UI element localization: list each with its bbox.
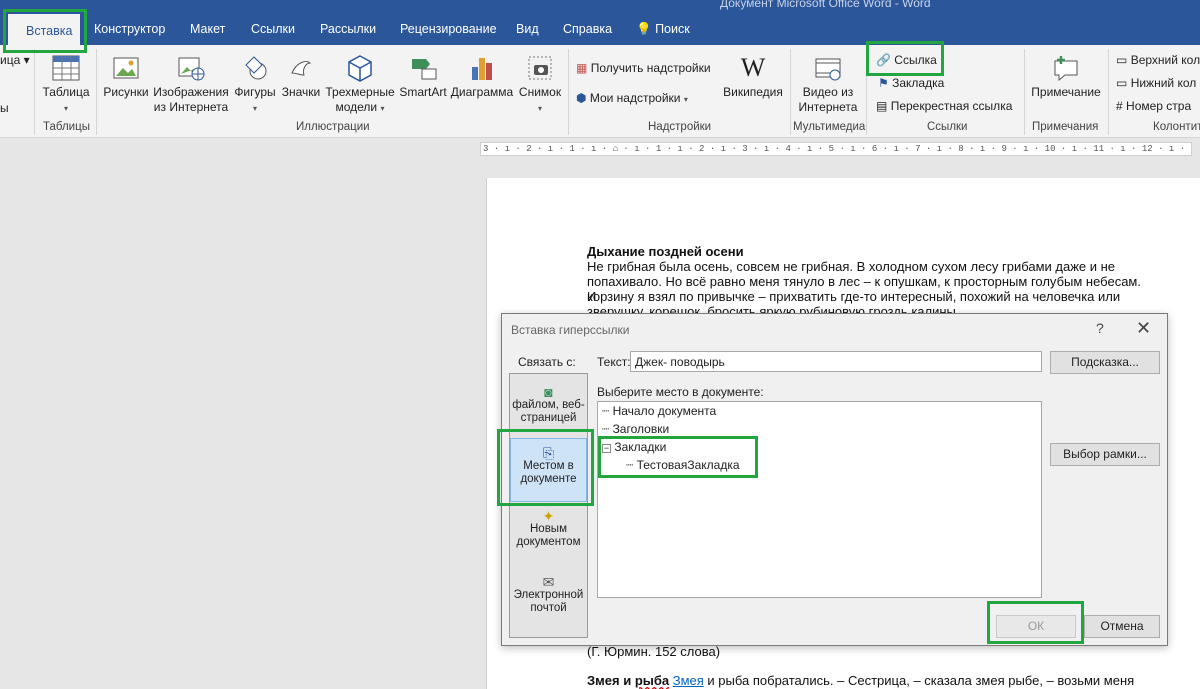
table-icon [52,55,80,81]
shapes-button[interactable]: Фигуры ▾ [231,53,279,116]
dialog-title: Вставка гиперссылки [511,323,630,337]
tab-design[interactable]: Конструктор [94,22,165,36]
icons-insert-icon [291,60,312,76]
header-button[interactable]: ▭ Верхний кол [1116,53,1200,67]
smartart-icon [412,59,437,80]
tab-search[interactable]: 💡 Поиск [636,22,690,37]
doc-next-paragraph: Змея и рыба Змея и рыба побратались. – С… [587,673,1135,689]
tree-item-headings[interactable]: ┈ Заголовки [602,422,669,436]
addins-icon: ⬢ [576,91,587,105]
help-button[interactable]: ? [1096,320,1104,336]
screenshot-button[interactable]: Снимок ▾ [516,53,564,116]
tree-item-test-bookmark[interactable]: ┈ ТестоваяЗакладка [626,458,740,472]
online-images-button[interactable]: Изображения из Интернета [153,53,229,115]
bookmark-icon: ⚑ [878,76,889,90]
tab-references[interactable]: Ссылки [251,22,295,36]
link-to-place-in-document[interactable]: ⎘ Местом в документе [510,438,587,502]
window-title: Документ Microsoft Office Word - Word [720,0,931,10]
comment-button[interactable]: Примечание [1030,53,1102,100]
cube-icon [348,55,372,82]
title-tab-bar: Документ Microsoft Office Word - Word Вс… [0,0,1200,45]
horizontal-ruler[interactable]: 3 · ı · 2 · ı · 1 · ı · ⌂ · ı · 1 · ı · … [480,142,1192,156]
chart-button[interactable]: Диаграмма [450,53,514,100]
document-place-icon: ⎘ [542,445,555,461]
tab-help[interactable]: Справка [563,22,612,36]
group-links-label: Ссылки [927,121,968,133]
tab-view[interactable]: Вид [516,22,539,36]
group-tables-label: Таблицы [43,121,90,133]
screenshot-icon [528,56,552,80]
group-header-footer-label: Колонтит [1153,121,1200,133]
pictures-button[interactable]: Рисунки [101,53,151,100]
group-illustrations-label: Иллюстрации [296,121,370,133]
screentip-button[interactable]: Подсказка... [1050,351,1160,374]
insert-hyperlink-dialog: Вставка гиперссылки ? ✕ Связать с: ◙ фай… [501,313,1168,646]
store-icon: ▦ [576,61,588,75]
shapes-icon [245,56,267,80]
page-number-icon: # [1116,99,1123,113]
collapse-icon[interactable]: − [602,444,611,453]
header-icon: ▭ [1116,53,1128,67]
my-addins-button[interactable]: ⬢ Мои надстройки ▾ [576,91,688,105]
new-document-icon: ✦ [542,508,555,524]
tab-review[interactable]: Рецензирование [400,22,497,36]
document-place-tree[interactable]: ┈ Начало документа ┈ Заголовки − Закладк… [597,401,1042,598]
ok-button[interactable]: ОК [996,615,1076,638]
doc-line-1: Не грибная была осень, совсем не грибная… [587,259,1116,274]
ribbon-cut-label-2: ы [0,101,9,115]
tab-insert[interactable]: Вставка [8,14,80,45]
link-to-label: Связать с: [518,355,576,369]
target-frame-button[interactable]: Выбор рамки... [1050,443,1160,466]
doc-author-line: (Г. Юрмин. 152 слова) [587,644,721,659]
online-video-button[interactable]: Видео из Интернета [796,53,860,115]
link-to-email[interactable]: ✉ Электронной почтой [510,574,587,628]
doc-heading: Дыхание поздней осени [587,244,744,259]
cancel-button[interactable]: Отмена [1084,615,1160,638]
picture-icon [113,57,139,79]
3d-models-button[interactable]: Трехмерные модели ▾ [324,53,396,116]
tab-mailings[interactable]: Рассылки [320,22,376,36]
online-picture-icon [178,57,205,81]
cross-reference-icon: ▤ [876,99,888,113]
group-media-label: Мультимедиа [793,121,866,133]
bar-chart-icon [472,58,492,80]
select-place-label: Выберите место в документе: [597,385,764,399]
get-addins-button[interactable]: ▦ Получить надстройки [576,61,711,75]
cross-reference-button[interactable]: ▤ Перекрестная ссылка [876,99,1012,113]
table-button[interactable]: Таблица ▾ [40,53,92,116]
link-to-new-document[interactable]: ✦ Новым документом [510,508,587,560]
lightbulb-icon: 💡 [636,22,652,36]
film-icon [815,58,841,81]
tree-item-start[interactable]: ┈ Начало документа [602,404,716,418]
doc-line-3: корзину я взял по привычке – прихватить … [587,289,1121,304]
ribbon-cut-label-1: ица ▾ [0,53,30,67]
wikipedia-icon: W [740,53,766,82]
text-to-display-label: Текст: [597,355,631,369]
link-button[interactable]: 🔗 Ссылка [876,53,937,67]
link-to-file-web[interactable]: ◙ файлом, веб-страницей [510,384,587,436]
tab-layout[interactable]: Макет [190,22,225,36]
group-comments-label: Примечания [1032,121,1099,133]
close-button[interactable]: ✕ [1136,318,1151,339]
link-to-bar: ◙ файлом, веб-страницей ⎘ Местом в докуме… [509,373,588,638]
footer-button[interactable]: ▭ Нижний кол [1116,76,1196,90]
group-addins-label: Надстройки [648,121,712,133]
text-to-display-input[interactable]: Джек- поводырь [630,351,1042,372]
comment-icon [1054,56,1078,82]
hyperlink-icon: 🔗 [876,53,891,67]
footer-icon: ▭ [1116,76,1128,90]
email-icon: ✉ [542,574,555,590]
globe-file-icon: ◙ [544,384,553,400]
bookmark-button[interactable]: ⚑ Закладка [878,76,944,90]
tree-item-bookmarks[interactable]: − Закладки [602,440,666,454]
page-number-button[interactable]: # Номер стра [1116,99,1191,113]
ribbon: ица ▾ ы Таблица ▾ Таблицы Рисунки Изображ… [0,45,1200,138]
icons-button[interactable]: Значки [280,53,322,100]
smartart-button[interactable]: SmartArt [398,53,448,100]
wikipedia-button[interactable]: W Википедия [722,53,784,100]
doc-hyperlink[interactable]: Змея [673,673,704,688]
